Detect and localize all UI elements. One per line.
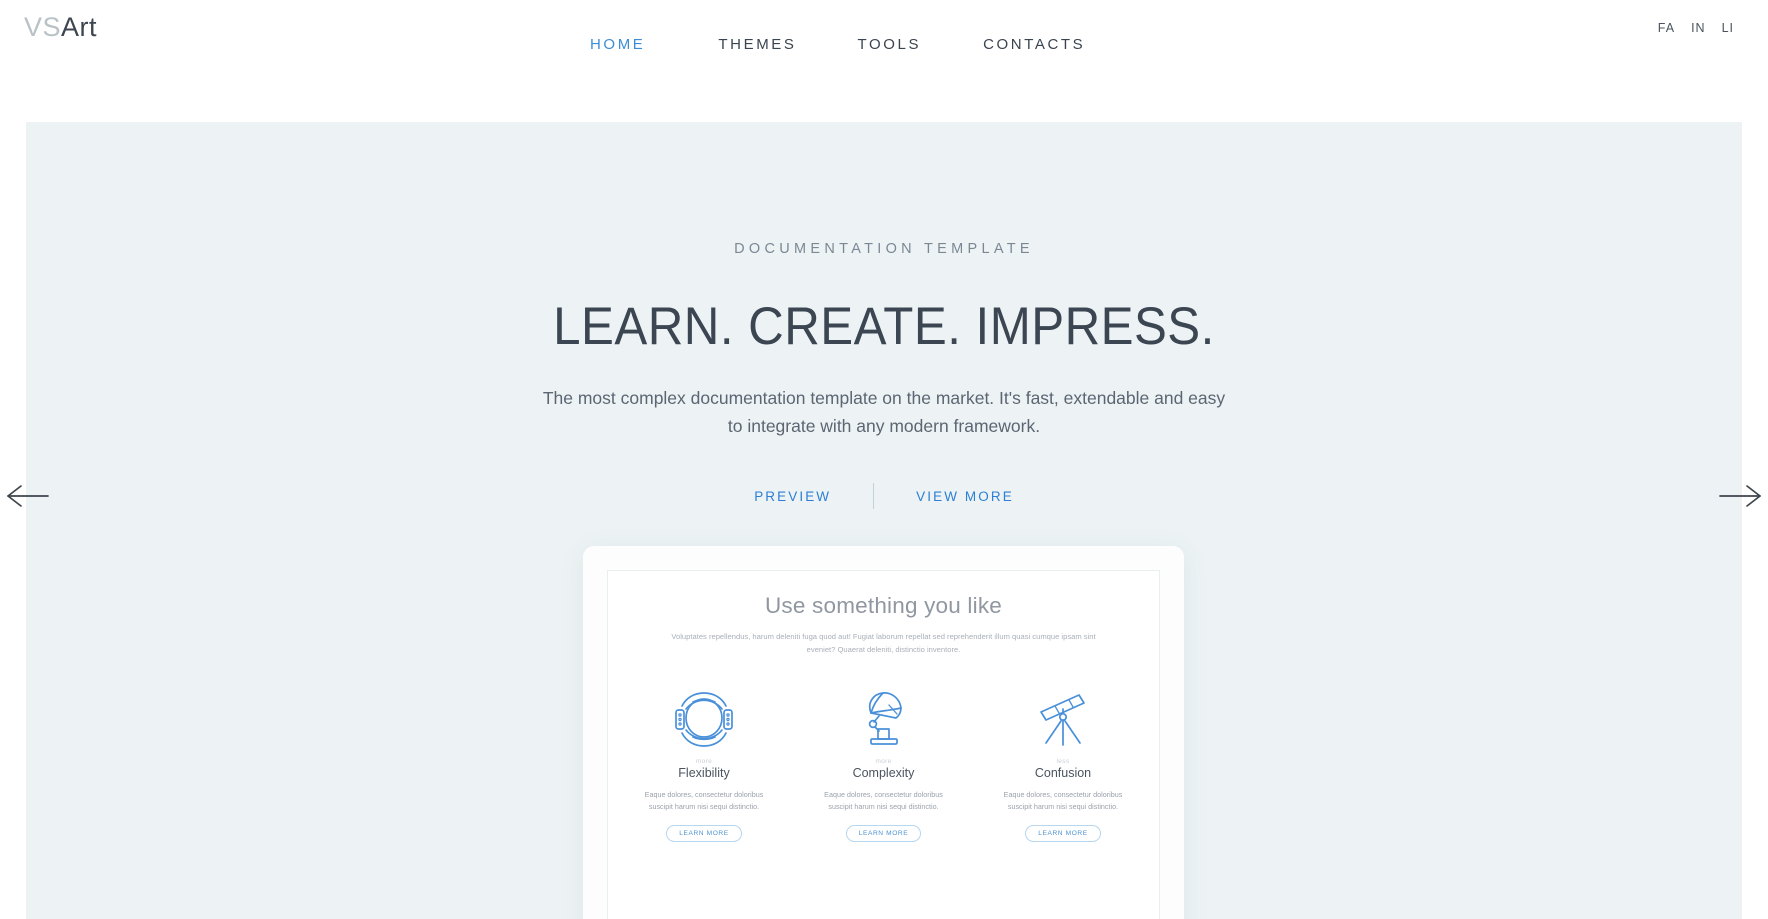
- preview-card-inner: Use something you like Voluptates repell…: [607, 570, 1160, 919]
- learn-more-button[interactable]: LEARN MORE: [845, 825, 922, 842]
- feature-kicker: more: [695, 758, 713, 765]
- feature-column: more Flexibility Eaque dolores, consecte…: [624, 677, 784, 842]
- nav-item-themes[interactable]: THEMES: [718, 32, 796, 57]
- preview-card[interactable]: Use something you like Voluptates repell…: [583, 546, 1184, 919]
- learn-more-button[interactable]: LEARN MORE: [666, 825, 742, 842]
- logo-text-secondary: Art: [61, 12, 98, 42]
- hero-section: DOCUMENTATION TEMPLATE LEARN. CREATE. IM…: [26, 122, 1742, 919]
- feature-title: Confusion: [1034, 766, 1092, 780]
- feature-column: less Confusion Eaque dolores, consectetu…: [983, 677, 1143, 842]
- linkedin-link[interactable]: LI: [1722, 21, 1734, 35]
- nav-item-tools[interactable]: TOOLS: [858, 32, 922, 57]
- telescope-icon: [983, 677, 1143, 749]
- feature-kicker: more: [875, 758, 892, 765]
- instagram-link[interactable]: IN: [1691, 21, 1706, 35]
- feature-description: Eaque dolores, consectetur doloribus sus…: [644, 790, 764, 811]
- logo-text-primary: VS: [24, 12, 62, 42]
- site-logo[interactable]: VSArt: [24, 12, 97, 43]
- satellite-dish-icon: [804, 677, 964, 749]
- hero-headline: LEARN. CREATE. IMPRESS.: [553, 297, 1215, 356]
- hero-cta-group: PREVIEW VIEW MORE: [26, 483, 1742, 509]
- feature-column: more Complexity Eaque dolores, consectet…: [804, 677, 964, 842]
- social-links: FA IN LI: [1658, 21, 1734, 35]
- cta-divider: [873, 483, 875, 509]
- nav-item-home[interactable]: HOME: [590, 32, 645, 57]
- main-navigation: HOME THEMES TOOLS CONTACTS: [590, 32, 1085, 57]
- preview-card-title: Use something you like: [764, 593, 1002, 618]
- preview-button[interactable]: PREVIEW: [754, 489, 831, 504]
- feature-description: Eaque dolores, consectetur doloribus sus…: [824, 790, 943, 811]
- site-header: VSArt HOME THEMES TOOLS CONTACTS FA IN L…: [0, 0, 1768, 122]
- hero-subheadline: The most complex documentation template …: [542, 388, 1226, 436]
- arrow-right-icon[interactable]: [1712, 478, 1768, 514]
- preview-card-lead-text: Voluptates repellendus, harum deleniti f…: [671, 632, 1096, 654]
- astronaut-helmet-icon: [624, 677, 784, 749]
- feature-kicker: less: [1056, 758, 1070, 765]
- arrow-left-icon[interactable]: [0, 478, 56, 514]
- feature-columns: more Flexibility Eaque dolores, consecte…: [624, 677, 1143, 842]
- hero-eyebrow: DOCUMENTATION TEMPLATE: [734, 241, 1034, 257]
- facebook-link[interactable]: FA: [1658, 21, 1675, 35]
- view-more-button[interactable]: VIEW MORE: [916, 489, 1014, 504]
- nav-item-contacts[interactable]: CONTACTS: [983, 32, 1085, 57]
- feature-description: Eaque dolores, consectetur doloribus sus…: [1003, 790, 1123, 811]
- learn-more-button[interactable]: LEARN MORE: [1025, 825, 1101, 842]
- feature-title: Flexibility: [678, 766, 730, 780]
- feature-title: Complexity: [852, 766, 915, 780]
